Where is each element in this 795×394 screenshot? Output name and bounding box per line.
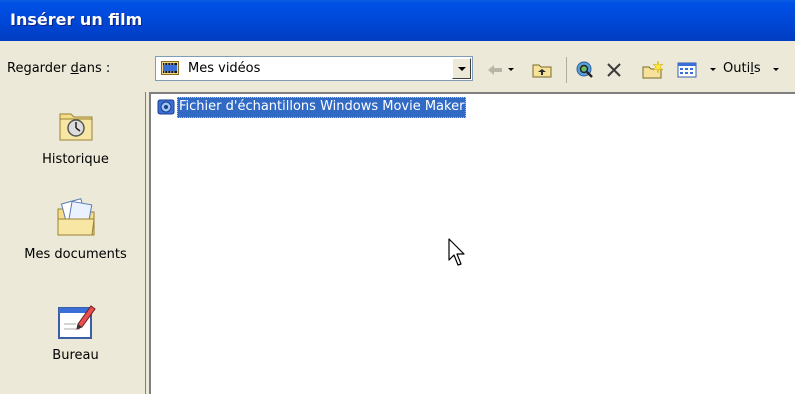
place-my-documents[interactable]: Mes documents	[5, 197, 146, 262]
place-history[interactable]: Historique	[5, 104, 146, 167]
back-icon[interactable]	[485, 60, 505, 80]
back-dropdown-icon[interactable]	[508, 68, 514, 71]
delete-icon[interactable]	[605, 60, 623, 80]
toolbar-separator	[566, 57, 567, 83]
desktop-icon	[57, 305, 96, 339]
history-icon	[59, 113, 92, 141]
my-documents-icon	[57, 198, 95, 236]
search-web-icon[interactable]	[574, 60, 596, 80]
views-dropdown-icon[interactable]	[710, 68, 716, 71]
mouse-cursor-icon	[448, 238, 465, 266]
views-menu-icon[interactable]	[676, 60, 698, 80]
place-my-documents-label: Mes documents	[24, 247, 127, 262]
look-in-dropdown[interactable]: Mes vidéos	[155, 56, 473, 81]
tools-dropdown-icon[interactable]	[773, 68, 779, 71]
movie-maker-file-icon	[157, 99, 175, 115]
look-in-value: Mes vidéos	[188, 61, 261, 76]
place-history-label: Historique	[42, 152, 109, 167]
places-bar: Historique Mes documents Bureau	[5, 92, 146, 394]
place-desktop-label: Bureau	[52, 348, 99, 363]
tools-menu-button[interactable]: Outils	[723, 61, 761, 76]
toolbar: Regarder dans : Mes vidéos Outils	[0, 41, 795, 92]
file-item-name[interactable]: Fichier d'échantillons Windows Movie Mak…	[177, 97, 467, 118]
file-list[interactable]: Fichier d'échantillons Windows Movie Mak…	[149, 92, 795, 394]
dropdown-arrow-button[interactable]	[452, 58, 471, 79]
look-in-label: Regarder dans :	[7, 61, 111, 76]
new-folder-icon[interactable]	[641, 60, 665, 80]
up-folder-icon[interactable]	[531, 60, 553, 80]
title-bar[interactable]: Insérer un film	[0, 0, 795, 41]
window-title: Insérer un film	[10, 10, 143, 29]
videos-folder-icon	[161, 61, 179, 75]
place-desktop[interactable]: Bureau	[5, 300, 146, 363]
